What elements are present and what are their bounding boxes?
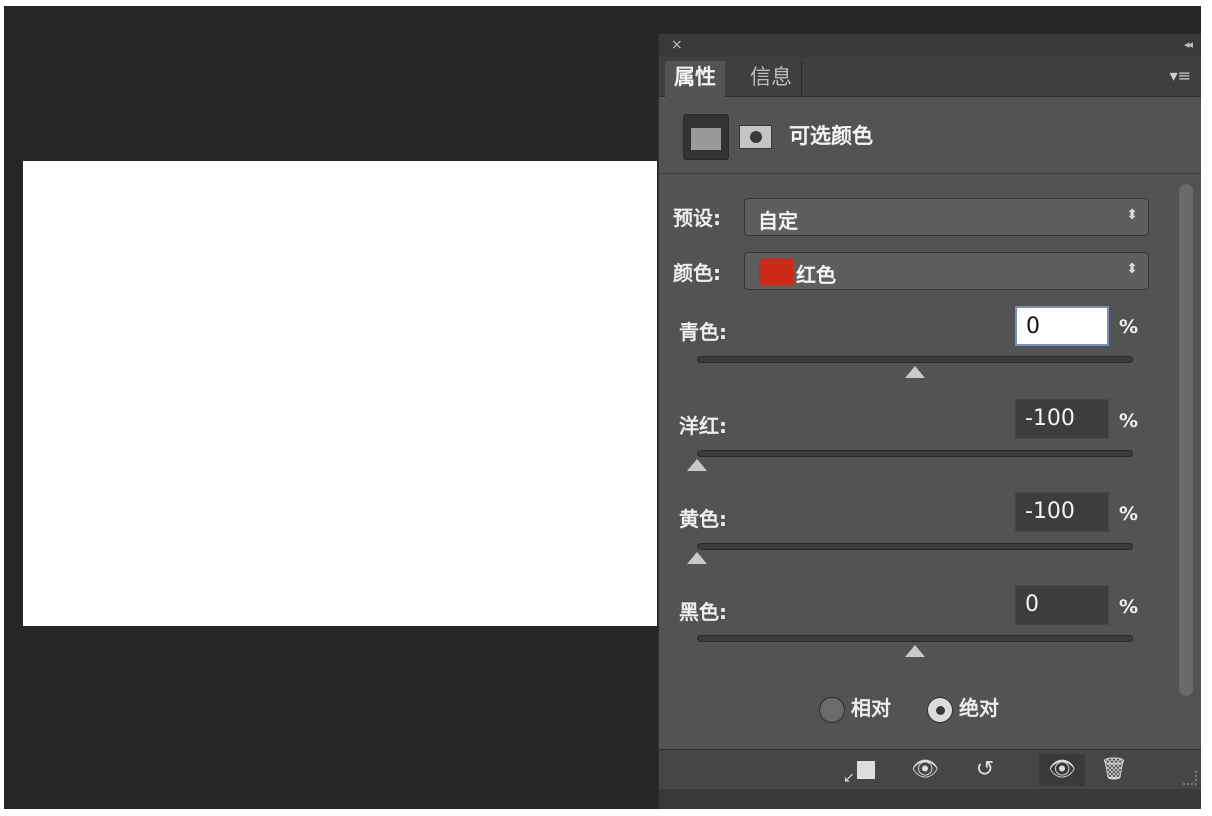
cyan-value-input[interactable]: 0	[1015, 306, 1109, 346]
cyan-slider[interactable]	[697, 356, 1133, 363]
red-color-swatch	[759, 258, 793, 285]
clip-to-layer-icon[interactable]: ↙	[839, 754, 885, 786]
select-arrows-icon: ⬍	[1126, 261, 1138, 277]
yellow-slider[interactable]	[697, 543, 1133, 550]
panel-tab-row: 属性 信息 ▾≡	[659, 57, 1201, 97]
delete-icon[interactable]: 🗑	[1091, 754, 1137, 786]
layer-mask-icon[interactable]	[739, 125, 772, 149]
relative-label: 相对	[851, 696, 891, 720]
preset-label: 预设:	[673, 206, 721, 230]
black-unit: %	[1119, 596, 1139, 618]
divider	[659, 173, 1201, 174]
view-previous-state-icon[interactable]: 👁	[902, 754, 948, 786]
tab-properties[interactable]: 属性	[665, 61, 725, 97]
panel-footer-strip	[659, 789, 1201, 809]
magenta-slider[interactable]	[697, 450, 1133, 457]
panel-menu-icon[interactable]: ▾≡	[1170, 66, 1191, 85]
photoshop-workspace: × ◂◂ 属性 信息 ▾≡ 可选颜色 预设: 自定 ⬍ 颜色: 红色 ⬍ 青色:…	[4, 6, 1201, 809]
collapse-panel-icon[interactable]: ◂◂	[1184, 38, 1193, 51]
method-radio-group: 相对 绝对	[819, 692, 1059, 724]
preset-value: 自定	[758, 209, 798, 233]
close-icon[interactable]: ×	[671, 37, 683, 53]
yellow-slider-thumb[interactable]	[687, 552, 707, 564]
clip-square-icon	[857, 761, 875, 779]
adjustment-header: 可选颜色	[659, 97, 1201, 173]
select-arrows-icon: ⬍	[1126, 207, 1138, 223]
resize-grip-icon[interactable]	[1183, 771, 1197, 785]
colors-select[interactable]: 红色 ⬍	[744, 252, 1149, 290]
panel-scrollbar[interactable]	[1167, 174, 1201, 749]
black-slider[interactable]	[697, 635, 1133, 642]
preset-select[interactable]: 自定 ⬍	[744, 198, 1149, 236]
relative-radio[interactable]: 相对	[819, 692, 891, 723]
panel-title-bar: × ◂◂	[659, 34, 1201, 57]
colors-label: 颜色:	[673, 261, 721, 285]
adjustment-title: 可选颜色	[789, 124, 873, 148]
properties-panel: × ◂◂ 属性 信息 ▾≡ 可选颜色 预设: 自定 ⬍ 颜色: 红色 ⬍ 青色:…	[658, 34, 1201, 809]
yellow-label: 黄色:	[679, 507, 727, 531]
absolute-radio[interactable]: 绝对	[927, 692, 999, 723]
cyan-unit: %	[1119, 316, 1139, 338]
document-canvas[interactable]	[23, 161, 657, 626]
radio-circle	[819, 696, 845, 723]
toggle-visibility-icon[interactable]: 👁	[1039, 754, 1085, 786]
adjustment-glyph	[691, 128, 721, 150]
tab-info[interactable]: 信息	[741, 61, 802, 97]
magenta-value-input[interactable]: -100	[1015, 399, 1109, 439]
black-value-input[interactable]: 0	[1015, 585, 1109, 625]
yellow-value-input[interactable]: -100	[1015, 492, 1109, 532]
colors-value: 红色	[796, 263, 836, 287]
magenta-slider-thumb[interactable]	[687, 459, 707, 471]
black-slider-thumb[interactable]	[905, 645, 925, 657]
cyan-slider-thumb[interactable]	[905, 366, 925, 378]
mask-dot	[750, 131, 762, 143]
black-label: 黑色:	[679, 600, 727, 624]
reset-icon[interactable]: ↺	[962, 754, 1008, 786]
adjustment-layer-icon[interactable]	[683, 114, 729, 160]
cyan-label: 青色:	[679, 320, 727, 344]
magenta-unit: %	[1119, 410, 1139, 432]
panel-bottom-toolbar: ↙ 👁 ↺ 👁 🗑	[659, 749, 1201, 789]
scrollbar-thumb[interactable]	[1179, 184, 1193, 696]
magenta-label: 洋红:	[679, 414, 727, 438]
radio-circle	[927, 696, 953, 723]
yellow-unit: %	[1119, 503, 1139, 525]
absolute-label: 绝对	[959, 696, 999, 720]
